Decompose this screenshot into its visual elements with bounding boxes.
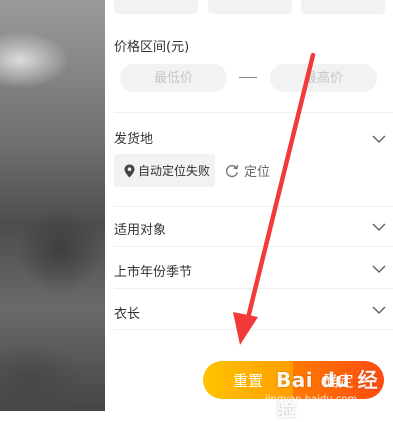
divider	[114, 329, 393, 330]
divider	[114, 112, 393, 113]
section-title-garment-length[interactable]: 衣长	[114, 303, 140, 322]
background-page-blurred	[0, 0, 105, 411]
divider	[114, 288, 393, 289]
price-range-dash	[239, 77, 257, 78]
auto-location-label: 自动定位失败	[138, 164, 211, 178]
divider	[114, 206, 393, 207]
watermark-logo: Bai du 经验	[276, 368, 379, 421]
chevron-down-icon[interactable]	[372, 134, 386, 144]
max-price-input[interactable]	[270, 64, 377, 92]
option-chip[interactable]	[208, 0, 292, 14]
option-chip[interactable]	[114, 0, 198, 14]
refresh-icon	[226, 164, 239, 177]
min-price-input[interactable]	[120, 64, 227, 92]
shipping-origin-title: 发货地	[114, 132, 154, 147]
price-range-title: 价格区间(元)	[114, 40, 190, 55]
chevron-down-icon[interactable]	[372, 264, 386, 274]
location-pin-icon	[124, 164, 135, 177]
locate-label: 定位	[244, 165, 271, 180]
watermark-url: jingyan.baidu.com	[265, 394, 358, 405]
chevron-down-icon[interactable]	[372, 222, 386, 232]
option-chip[interactable]	[301, 0, 385, 14]
divider	[114, 246, 393, 247]
filter-panel: 价格区间(元) 发货地 自动定位失败 定位 适用对象 上市年份季节 衣长 重置 …	[105, 0, 393, 411]
chevron-down-icon[interactable]	[372, 305, 386, 315]
section-title-release-season[interactable]: 上市年份季节	[114, 261, 192, 280]
locate-button[interactable]: 定位	[225, 161, 270, 180]
section-title-target-audience[interactable]: 适用对象	[114, 219, 166, 238]
auto-location-chip[interactable]: 自动定位失败	[114, 154, 215, 187]
